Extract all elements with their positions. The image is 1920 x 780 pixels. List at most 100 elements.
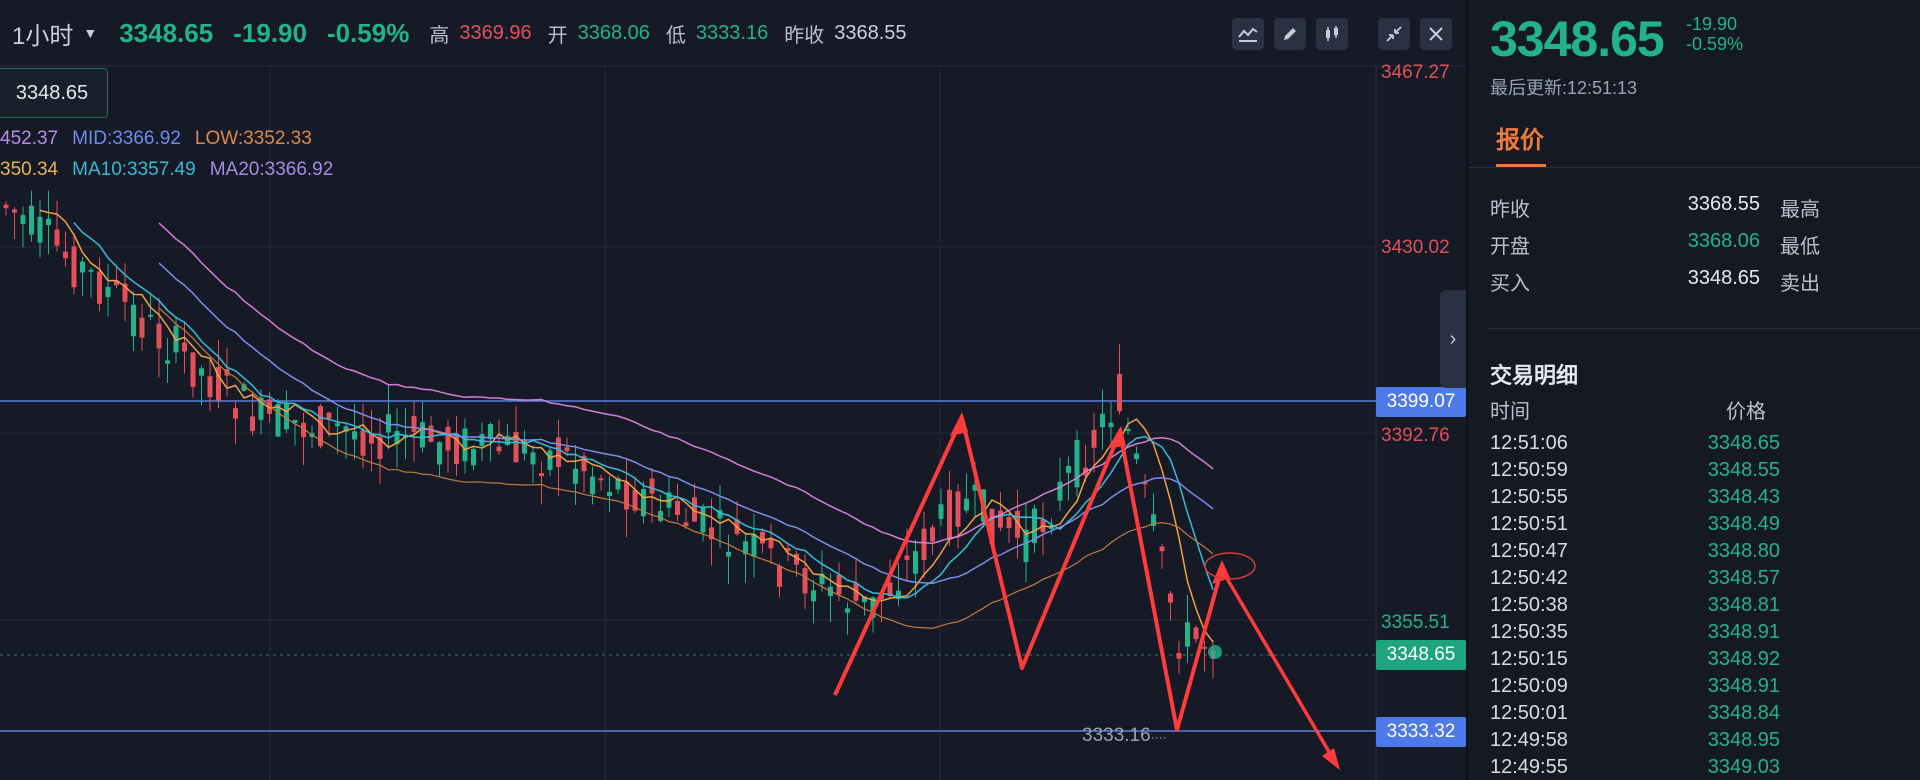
candle-body — [1159, 546, 1165, 552]
candle-body — [811, 590, 816, 602]
candle-body — [930, 527, 935, 542]
quote-label: 卖出 — [1780, 273, 1820, 295]
candle-body — [1134, 453, 1139, 460]
candle-body — [1100, 413, 1105, 428]
chevron-down-icon[interactable]: ▼ — [83, 25, 97, 41]
quote-label: 买入 — [1490, 273, 1530, 295]
candle-body — [598, 478, 604, 481]
trade-price: 3348.81 — [1707, 594, 1780, 616]
quote-label: 开盘 — [1490, 236, 1530, 258]
low-value: 3333.16 — [695, 21, 769, 44]
chart-tools — [1232, 18, 1452, 50]
trade-row: 12:50:09 3348.91 — [1490, 675, 1910, 702]
candlestick-chart[interactable] — [0, 0, 1466, 780]
quote-side-panel: 3348.65 -19.90 -0.59% 最后更新:12:51:13 报价 昨… — [1468, 0, 1920, 780]
trading-app: 1小时 ▼ 3348.65 -19.90 -0.59% 高 3369.96 开 … — [0, 0, 1920, 780]
candle-body — [411, 416, 417, 432]
resistance-level-badge[interactable]: 3399.07 — [1376, 387, 1466, 417]
last-updated: 最后更新:12:51:13 — [1490, 78, 1638, 98]
candle-body — [726, 551, 731, 557]
boll-legend: 452.37 MID:3366.92 LOW:3352.33 — [0, 128, 326, 150]
quote-label: 昨收 — [1490, 199, 1530, 221]
candle-body — [683, 522, 689, 527]
candle-body — [1125, 429, 1131, 432]
prev-close-value: 3368.55 — [834, 21, 907, 44]
candle-body — [547, 450, 553, 470]
trade-row: 12:50:15 3348.92 — [1490, 648, 1910, 675]
candle-body — [471, 449, 476, 466]
ma-legend: 350.34 MA10:3357.49 MA20:3366.92 — [0, 159, 347, 181]
trade-row: 12:50:55 3348.43 — [1490, 486, 1910, 513]
indicator-icon[interactable] — [1232, 18, 1264, 50]
candle-body — [624, 482, 629, 510]
boll-up-value: 452.37 — [0, 128, 59, 149]
candle-body — [921, 528, 927, 560]
price-axis-label: 3355.51 — [1381, 612, 1450, 633]
trade-time: 12:50:15 — [1490, 648, 1568, 670]
candle-body — [428, 425, 434, 442]
candlestick-type-icon[interactable] — [1316, 18, 1348, 50]
candle-body — [233, 408, 238, 419]
candle-body — [530, 452, 536, 465]
side-change-pct: -0.59% — [1686, 34, 1744, 54]
candle-body — [845, 608, 850, 613]
trade-row: 12:50:59 3348.55 — [1490, 459, 1910, 486]
chart-panel[interactable]: 1小时 ▼ 3348.65 -19.90 -0.59% 高 3369.96 开 … — [0, 0, 1468, 780]
divider — [1468, 167, 1920, 168]
open-label: 开 — [547, 24, 568, 47]
quote-value: 3348.65 — [1687, 267, 1760, 289]
low-marker-value: 3333.16 — [1082, 725, 1151, 746]
candle-body — [63, 251, 68, 259]
candle-body — [675, 500, 680, 515]
trade-price: 3348.65 — [1707, 432, 1780, 454]
side-change-value: -19.90 — [1686, 14, 1738, 34]
price-axis-label: 3467.27 — [1381, 62, 1450, 83]
trade-time: 12:50:59 — [1490, 459, 1568, 481]
candle-body — [1185, 622, 1190, 647]
candle-body — [3, 204, 9, 209]
ma20-value: MA20:3366.92 — [209, 159, 334, 180]
fullscreen-collapse-icon[interactable] — [1378, 18, 1410, 50]
trade-time: 12:49:55 — [1490, 756, 1568, 778]
boll-mid-line — [158, 262, 1214, 585]
candle-body — [12, 209, 17, 213]
boll-low-value: LOW:3352.33 — [194, 128, 312, 149]
trade-price: 3348.55 — [1707, 459, 1780, 481]
candle-body — [139, 317, 145, 338]
side-last-price: 3348.65 — [1490, 11, 1665, 67]
candle-body — [105, 286, 111, 297]
arrow-head — [950, 412, 968, 436]
trade-row: 12:50:35 3348.91 — [1490, 621, 1910, 648]
interval-selector[interactable]: 1小时 — [12, 16, 73, 51]
candle-body — [20, 215, 26, 225]
trade-time: 12:51:06 — [1490, 432, 1568, 454]
trade-row: 12:50:51 3348.49 — [1490, 513, 1910, 540]
candle-body — [182, 342, 187, 352]
trade-time: 12:50:51 — [1490, 513, 1568, 535]
candle-body — [955, 491, 961, 527]
draw-pen-icon[interactable] — [1274, 18, 1306, 50]
candle-body — [88, 269, 94, 272]
arrow-head — [1322, 748, 1340, 770]
collapse-side-panel-button[interactable]: › — [1440, 290, 1466, 388]
candle-body — [207, 376, 213, 398]
trade-row: 12:49:58 3348.95 — [1490, 729, 1910, 756]
price-change-pct: -0.59% — [326, 17, 410, 48]
trade-time: 12:50:01 — [1490, 702, 1568, 724]
candle-body — [97, 271, 102, 304]
ma10-value: MA10:3357.49 — [72, 159, 196, 180]
trade-list[interactable]: 12:51:06 3348.65 12:50:59 3348.55 12:50:55 33… — [1490, 432, 1910, 780]
quote-label: 最高 — [1780, 199, 1820, 221]
candle-body — [1117, 373, 1122, 412]
tab-quote[interactable]: 报价 — [1496, 120, 1544, 155]
candle-body — [658, 510, 663, 521]
close-icon[interactable] — [1420, 18, 1452, 50]
trade-price: 3349.03 — [1707, 756, 1780, 778]
divider — [1488, 328, 1920, 329]
support-level-badge[interactable]: 3333.32 — [1376, 717, 1466, 747]
trade-price: 3348.95 — [1707, 729, 1780, 751]
candle-body — [326, 412, 332, 419]
trade-price: 3348.57 — [1707, 567, 1780, 589]
candle-body — [777, 566, 782, 587]
candle-body — [751, 534, 757, 557]
